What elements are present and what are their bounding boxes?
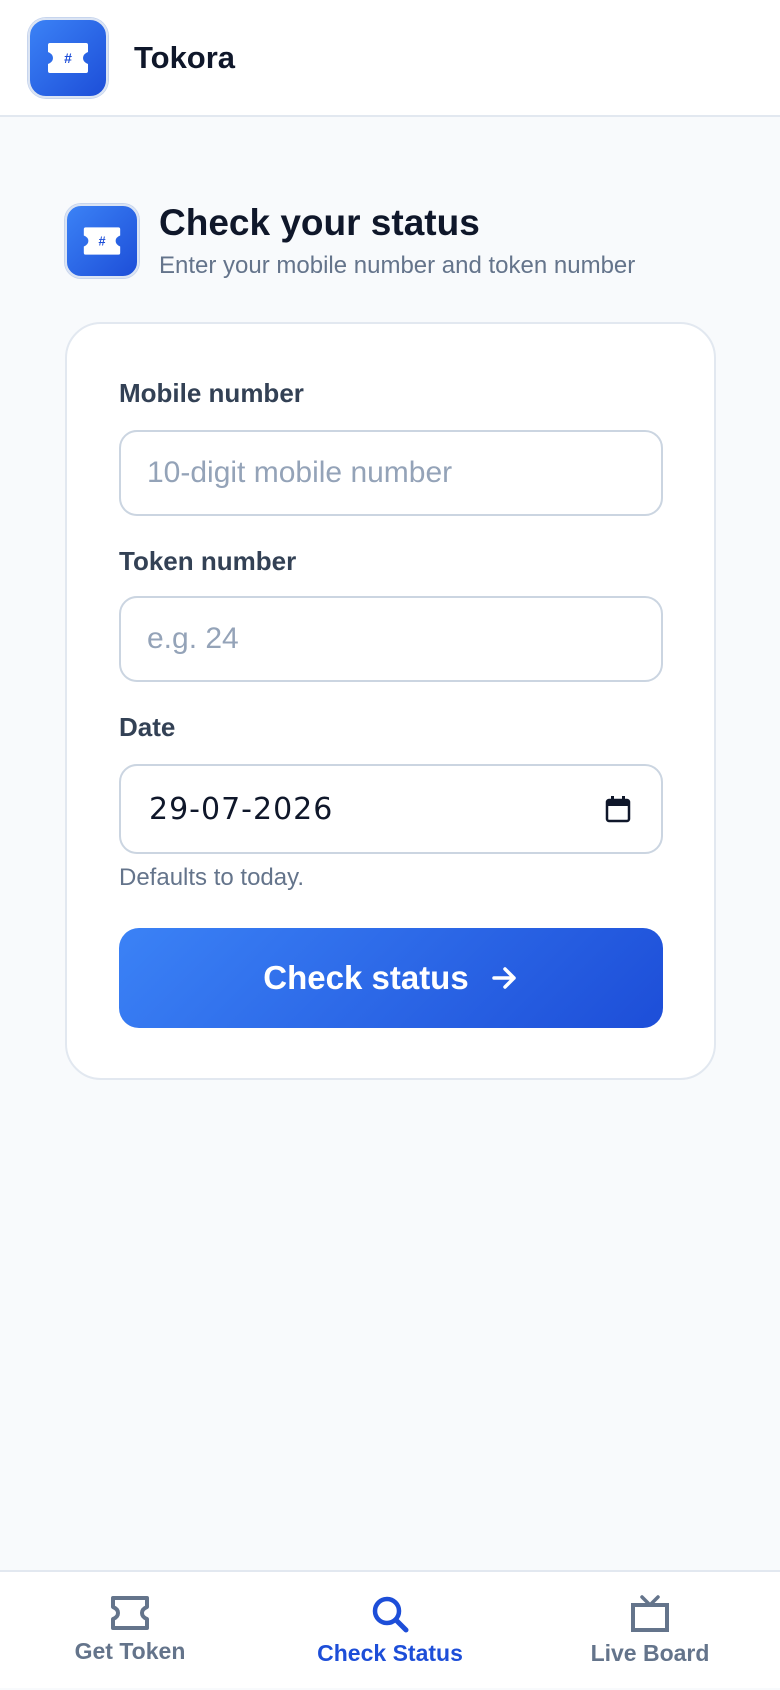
page-heading-text: Check your status Enter your mobile numb…	[159, 200, 635, 282]
ticket-logo-icon: #	[48, 42, 88, 73]
app-header: # Tokora	[0, 0, 780, 117]
token-label: Token number	[119, 546, 297, 576]
arrow-right-icon	[491, 965, 519, 991]
check-status-label: Check status	[263, 959, 469, 996]
check-status-button[interactable]: Check status	[119, 928, 663, 1028]
search-icon	[372, 1596, 409, 1633]
date-input[interactable]: 29-07-2026	[119, 764, 663, 854]
ticket-icon	[111, 1596, 149, 1630]
app-title: Tokora	[134, 39, 236, 75]
mobile-input[interactable]: 10-digit mobile number	[119, 430, 663, 516]
nav-label-live-board: Live Board	[590, 1640, 710, 1666]
token-placeholder: e.g. 24	[147, 622, 239, 655]
page-icon: #	[65, 204, 139, 278]
app-logo[interactable]: #	[28, 17, 108, 98]
tv-icon	[631, 1595, 669, 1632]
date-label: Date	[119, 712, 176, 742]
bottom-nav: Get Token Check Status Live Board	[0, 1570, 780, 1688]
page-title: Check your status	[159, 202, 480, 243]
logo-glyph: #	[64, 50, 72, 66]
date-hint: Defaults to today.	[119, 864, 304, 891]
page-icon-glyph: #	[98, 234, 105, 249]
page-heading: # Check your status Enter your mobile nu…	[65, 202, 635, 282]
token-input[interactable]: e.g. 24	[119, 596, 663, 682]
nav-item-check-status[interactable]: Check Status	[260, 1572, 520, 1690]
date-value: 29-07-2026	[149, 791, 334, 827]
ticket-icon: #	[83, 227, 121, 255]
page-subtitle: Enter your mobile number and token numbe…	[159, 252, 636, 279]
nav-item-live-board[interactable]: Live Board	[520, 1572, 780, 1690]
status-form-card: Mobile number 10-digit mobile number Tok…	[65, 322, 716, 1080]
nav-label-check-status: Check Status	[317, 1640, 463, 1666]
mobile-label: Mobile number	[119, 378, 304, 408]
nav-item-get-token[interactable]: Get Token	[0, 1572, 260, 1690]
calendar-icon[interactable]	[605, 795, 631, 823]
nav-label-get-token: Get Token	[74, 1638, 186, 1664]
mobile-placeholder: 10-digit mobile number	[147, 456, 453, 489]
